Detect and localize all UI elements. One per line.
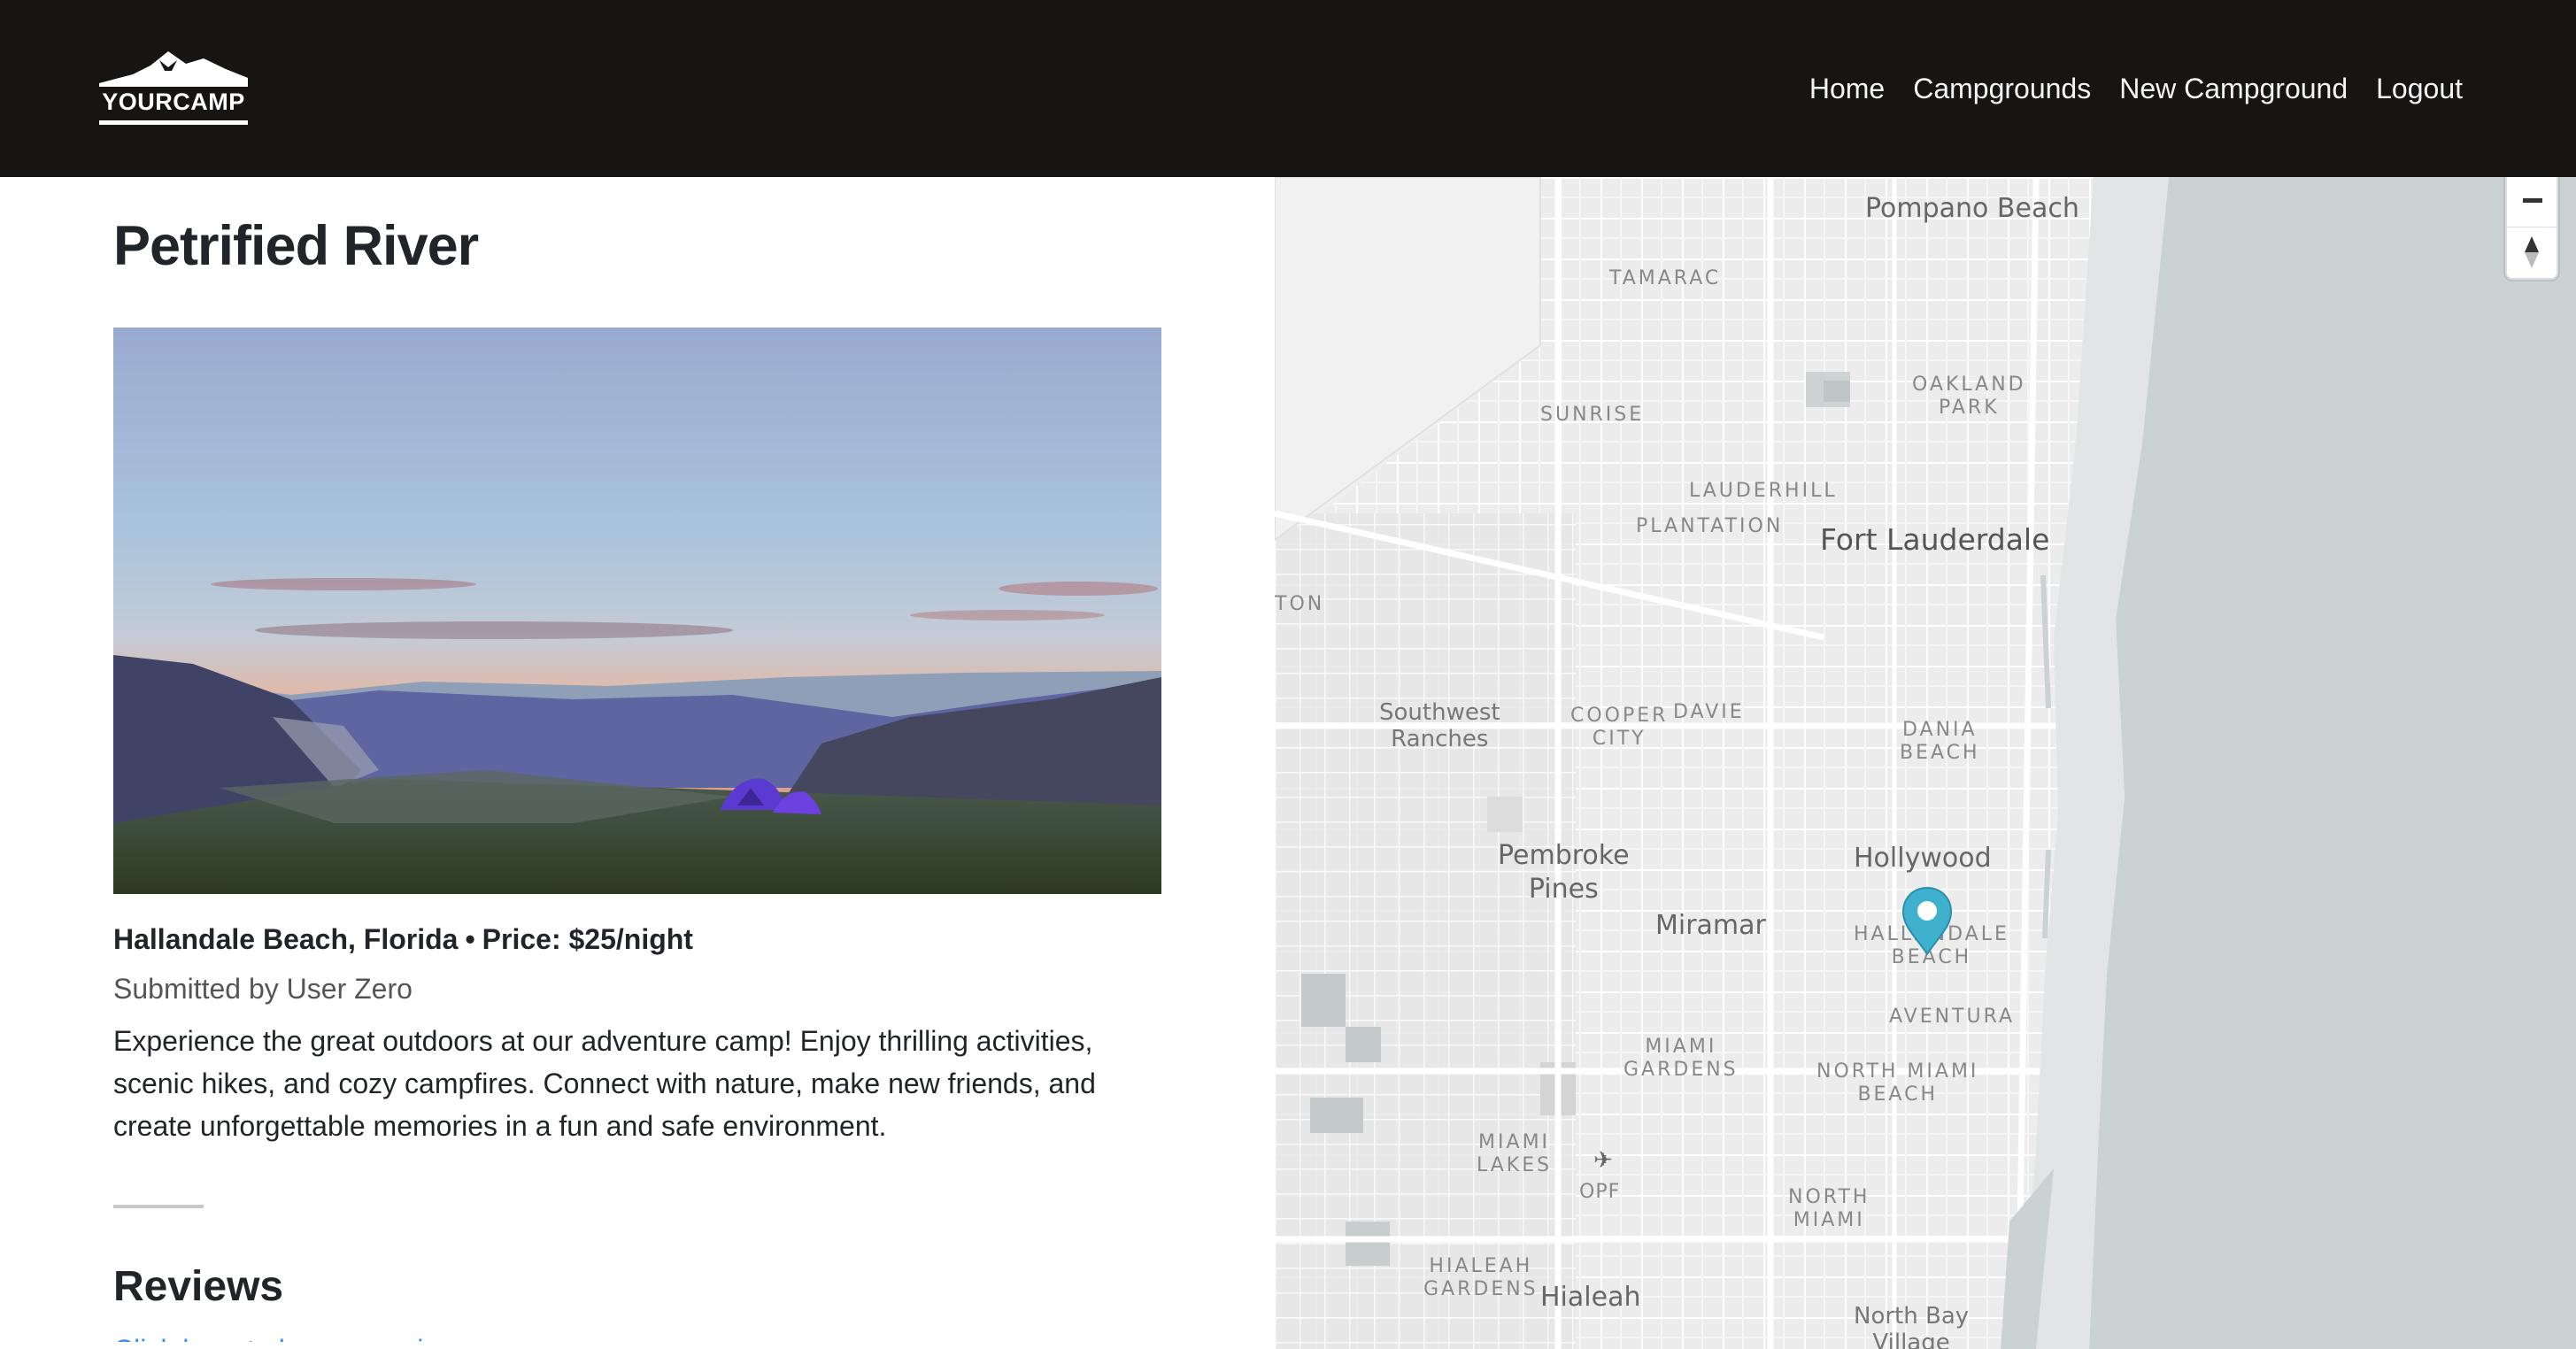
nav-links: Home Campgrounds New Campground Logout <box>1809 69 2463 108</box>
map-marker-icon[interactable] <box>1900 885 1955 956</box>
map-label-tamarac: TAMARAC <box>1609 267 1722 289</box>
map-label-dania-beach: DANIA BEACH <box>1900 719 1980 764</box>
brand-underline <box>99 120 248 125</box>
price-text: Price: $25/night <box>482 923 693 955</box>
map-label-southwest-ranches: Southwest Ranches <box>1379 699 1500 752</box>
airplane-icon: ✈ <box>1593 1147 1613 1174</box>
map-label-ton: TON <box>1275 593 1325 615</box>
meta-separator: • <box>465 923 475 955</box>
page-bottom-edge <box>0 1342 1275 1349</box>
nav-campgrounds[interactable]: Campgrounds <box>1913 69 2091 108</box>
mountain-logo-icon <box>99 51 248 87</box>
map-controls <box>2505 177 2558 280</box>
brand-name: YOURCAMP <box>102 89 245 115</box>
map-label-miami-gardens: MIAMI GARDENS <box>1623 1036 1739 1081</box>
map-label-davie: DAVIE <box>1673 701 1745 723</box>
campground-details: Petrified River Hallandale Beach, Florid… <box>113 177 1162 1349</box>
campground-map[interactable]: Pompano Beach TAMARAC OAKLAND PARK SUNRI… <box>1275 177 2576 1349</box>
minus-icon <box>2523 198 2542 203</box>
location-price: Hallandale Beach, Florida • Price: $25/nig… <box>113 923 693 956</box>
navbar: YOURCAMP Home Campgrounds New Campground… <box>0 0 2576 177</box>
map-label-north-bay-village: North Bay Village <box>1854 1303 1970 1349</box>
map-label-pompano-beach: Pompano Beach <box>1865 193 2079 224</box>
map-label-lauderhill: LAUDERHILL <box>1689 480 1838 502</box>
map-label-miami-lakes: MIAMI LAKES <box>1477 1131 1553 1176</box>
nav-new-campground[interactable]: New Campground <box>2119 69 2348 108</box>
compass-icon <box>2525 236 2539 268</box>
map-label-miramar: Miramar <box>1655 910 1766 941</box>
map-label-oakland-park: OAKLAND PARK <box>1912 374 2026 419</box>
map-label-pembroke-pines: Pembroke Pines <box>1498 840 1630 905</box>
map-label-north-miami: NORTH MIAMI <box>1788 1186 1870 1231</box>
map-label-cooper-city: COOPER CITY <box>1570 705 1669 750</box>
section-divider <box>113 1205 204 1208</box>
submitted-by: Submitted by User Zero <box>113 973 413 1005</box>
campground-description: Experience the great outdoors at our adv… <box>113 1025 1096 1142</box>
location-text: Hallandale Beach, Florida <box>113 923 459 955</box>
map-label-sunrise: SUNRISE <box>1540 404 1645 426</box>
brand-logo[interactable]: YOURCAMP <box>97 48 250 129</box>
zoom-out-button[interactable] <box>2507 177 2557 227</box>
nav-home[interactable]: Home <box>1809 69 1885 108</box>
map-label-hialeah-gardens: HIALEAH GARDENS <box>1423 1255 1539 1300</box>
map-label-aventura: AVENTURA <box>1889 1006 2016 1028</box>
map-label-hialeah: Hialeah <box>1540 1282 1641 1313</box>
campground-title: Petrified River <box>113 215 479 277</box>
map-label-fort-lauderdale: Fort Lauderdale <box>1820 522 2050 557</box>
map-label-hollywood: Hollywood <box>1854 843 1992 874</box>
map-label-north-miami-beach: NORTH MIAMI BEACH <box>1816 1060 1979 1106</box>
nav-logout[interactable]: Logout <box>2376 69 2463 108</box>
reviews-heading: Reviews <box>113 1263 284 1310</box>
map-label-plantation: PLANTATION <box>1636 515 1784 537</box>
map-label-opf: OPF <box>1579 1181 1621 1203</box>
campground-image <box>113 328 1161 894</box>
compass-button[interactable] <box>2507 227 2557 277</box>
